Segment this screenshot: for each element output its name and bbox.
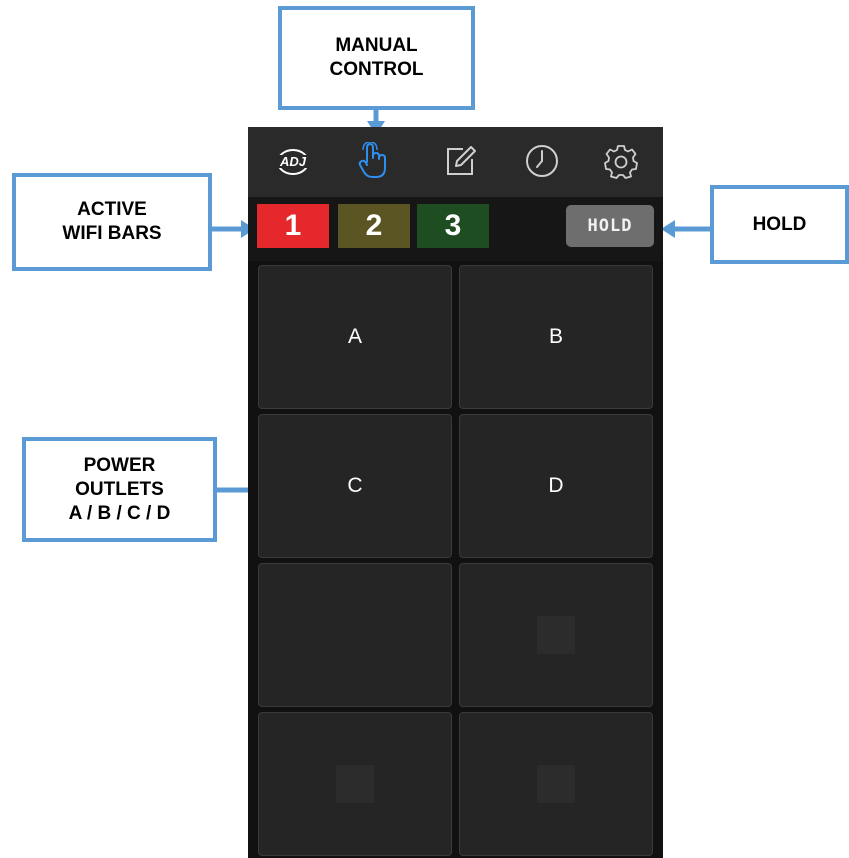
hold-arrow — [661, 220, 710, 238]
hold-button[interactable]: HOLD — [566, 205, 654, 247]
pad-placeholder — [336, 765, 374, 803]
wifi-bar-3: 3 — [417, 204, 489, 248]
hold-callout: HOLD — [710, 185, 849, 264]
active-wifi-bars-callout: ACTIVE WIFI BARS — [12, 173, 212, 271]
wifi-bar-1: 1 — [257, 204, 329, 248]
outlet-b-button[interactable]: B — [459, 265, 653, 409]
adj-logo-text: ADJ — [279, 154, 307, 169]
adj-logo-icon[interactable]: ADJ — [271, 139, 315, 183]
pad-placeholder — [537, 616, 575, 654]
manual-control-callout: MANUAL CONTROL — [278, 6, 475, 110]
outlet-label: D — [548, 474, 564, 497]
empty-pad[interactable] — [459, 563, 653, 707]
pad-placeholder — [537, 765, 575, 803]
power-outlets-callout: POWER OUTLETS A / B / C / D — [22, 437, 217, 542]
gear-icon[interactable] — [599, 139, 643, 183]
outlet-label: A — [347, 325, 362, 348]
outlet-label: B — [548, 325, 563, 348]
empty-pad[interactable] — [258, 712, 452, 856]
clock-icon[interactable] — [520, 139, 564, 183]
wifi-bar-2: 2 — [338, 204, 410, 248]
touch-hand-icon[interactable] — [351, 139, 395, 183]
app-screen: ADJ 1 2 3 HOLD A B C D — [248, 127, 663, 858]
outlet-d-button[interactable]: D — [459, 414, 653, 558]
empty-pad[interactable] — [459, 712, 653, 856]
toolbar: ADJ — [248, 127, 663, 197]
outlet-c-button[interactable]: C — [258, 414, 452, 558]
outlet-label: C — [347, 474, 363, 497]
edit-icon[interactable] — [438, 139, 482, 183]
outlet-a-button[interactable]: A — [258, 265, 452, 409]
empty-pad[interactable] — [258, 563, 452, 707]
